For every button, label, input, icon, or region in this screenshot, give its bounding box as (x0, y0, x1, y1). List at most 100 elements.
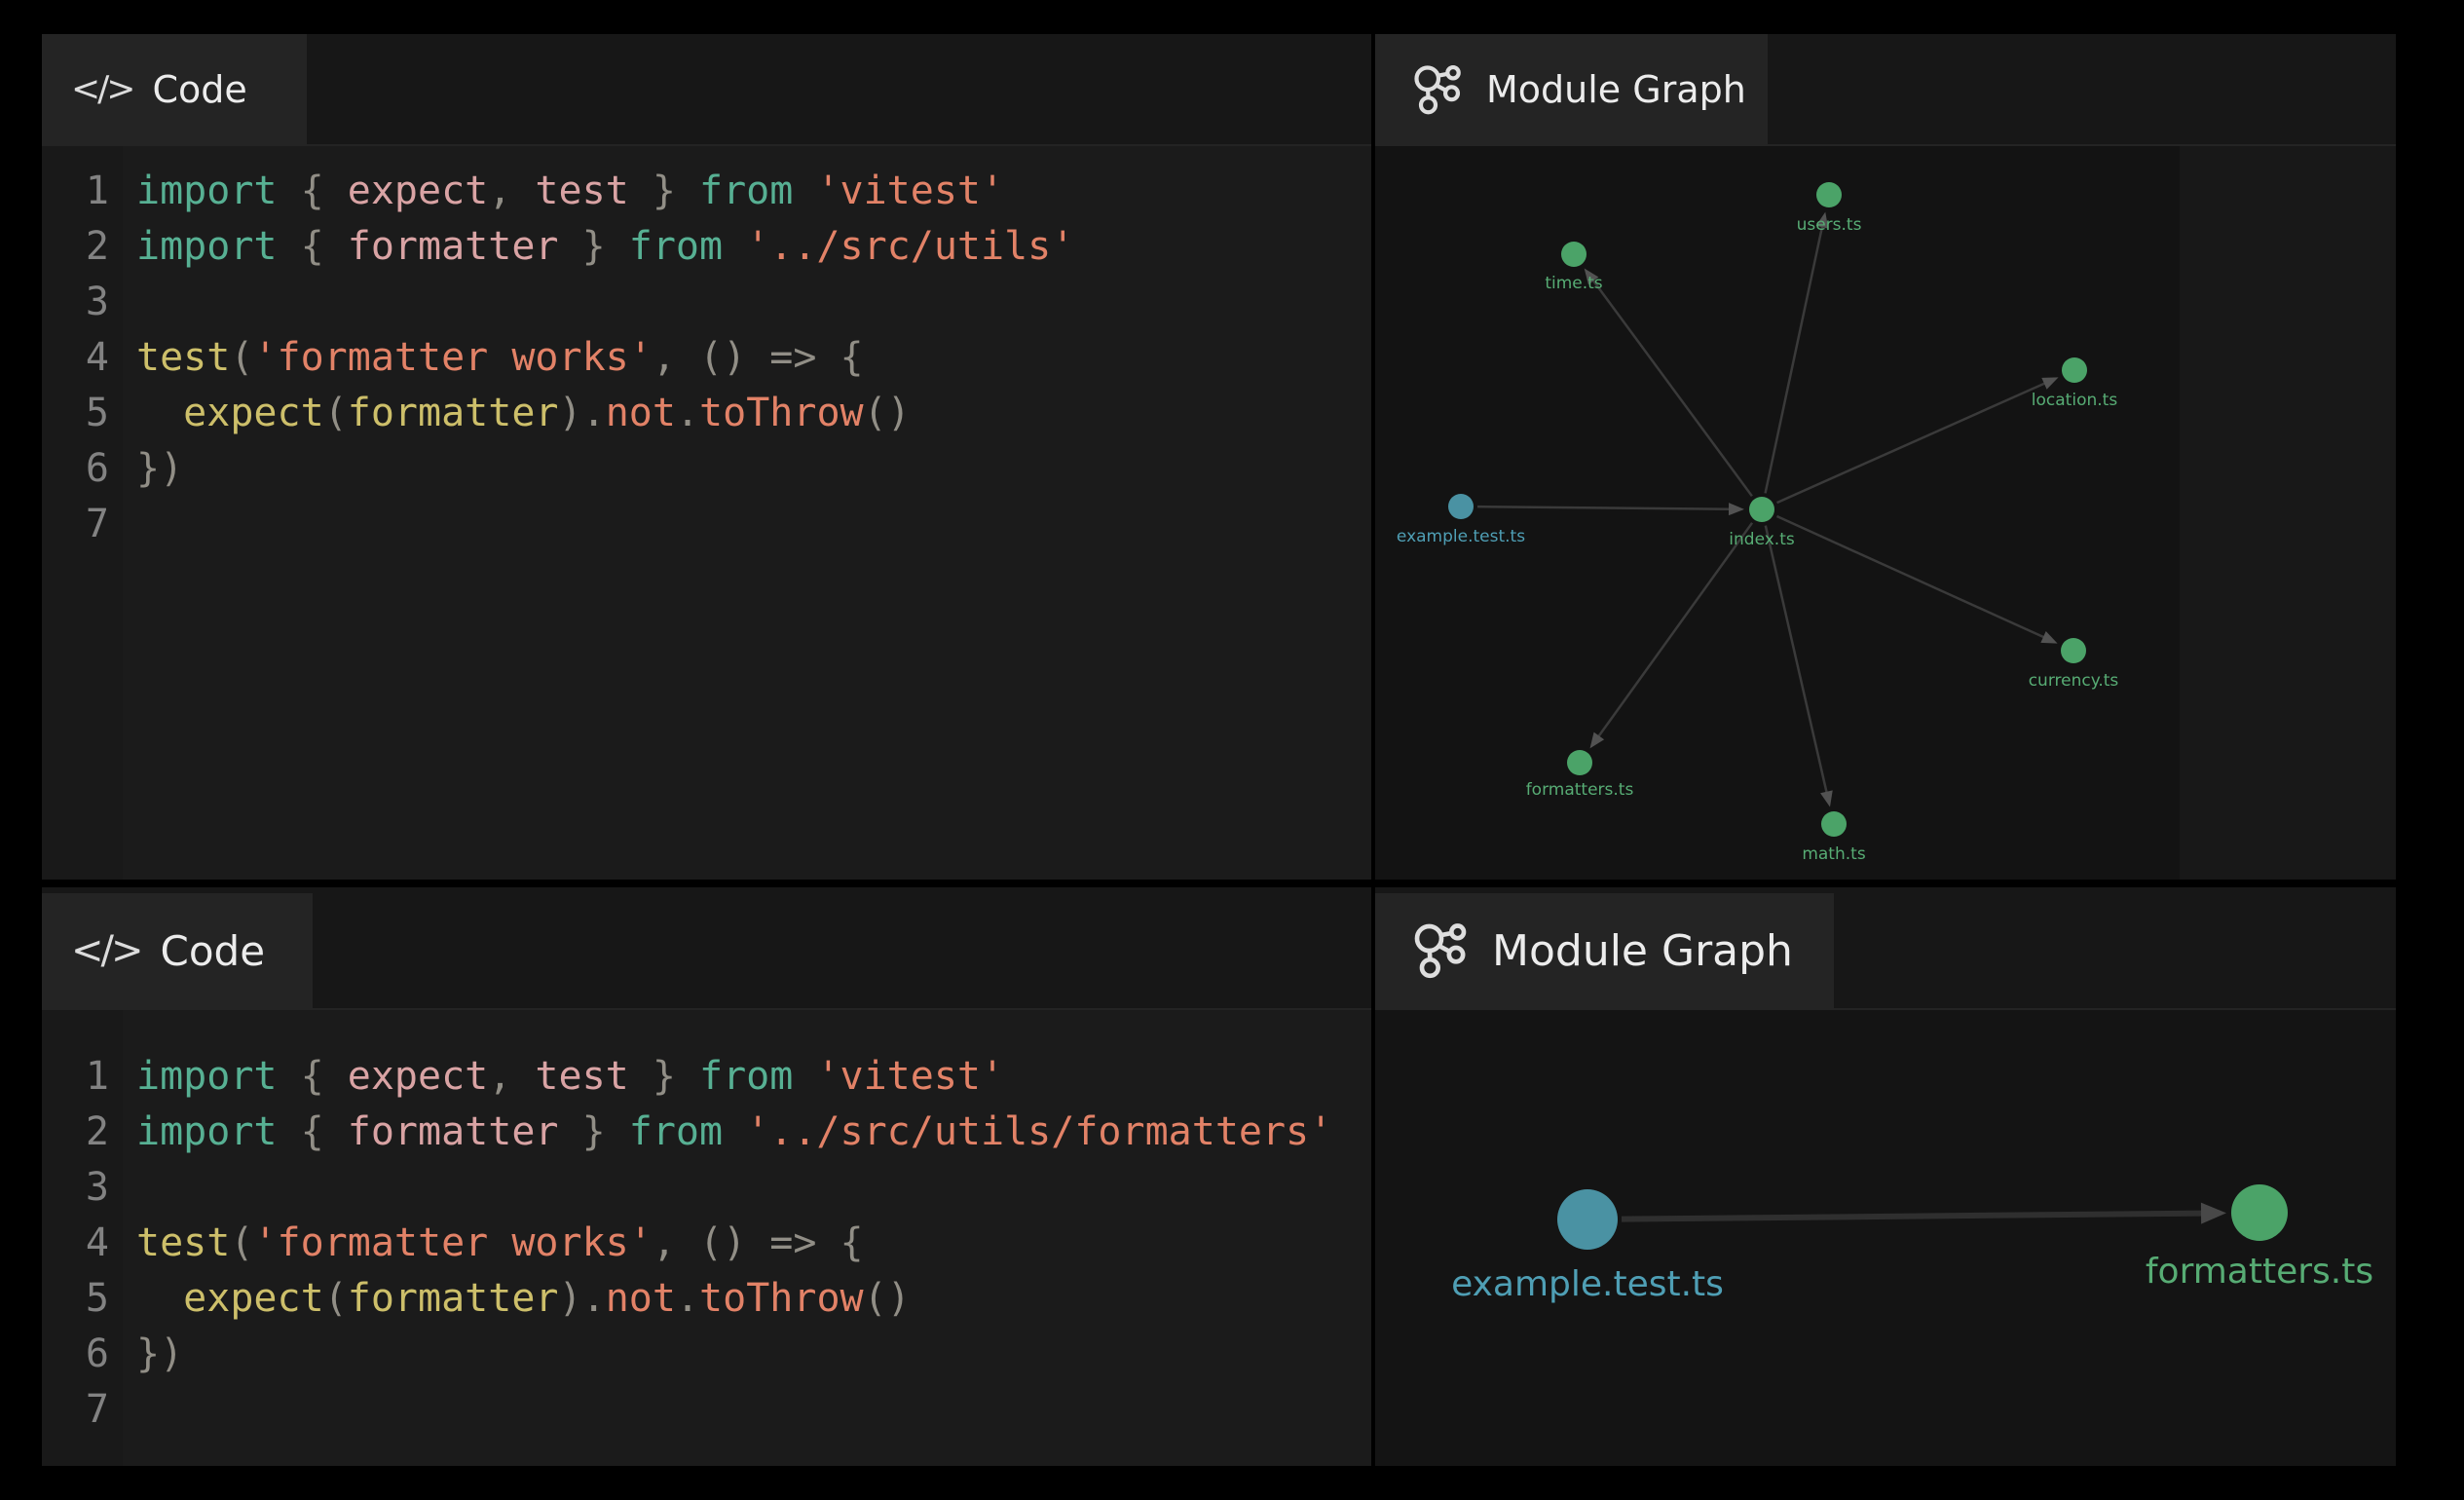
code-line: 6}) (42, 1327, 1371, 1382)
code-line-content: test('formatter works', () => { (123, 1216, 864, 1271)
line-number: 7 (42, 497, 123, 552)
code-line-content: }) (123, 441, 183, 497)
graph-node-label: formatters.ts (1526, 780, 1634, 800)
graph-node-label: time.ts (1545, 274, 1602, 293)
graph-edge (1777, 383, 2046, 503)
tab-module-graph-label: Module Graph (1486, 68, 1746, 111)
code-line: 5 expect(formatter).not.toThrow() (42, 386, 1371, 441)
code-line: 4test('formatter works', () => { (42, 330, 1371, 386)
module-graph-canvas[interactable]: example.test.ts formatters.ts (1375, 1010, 2396, 1466)
tab-code[interactable]: </> Code (42, 34, 307, 144)
code-panel-header: </> Code (42, 887, 1371, 1010)
graph-edge (1766, 526, 1827, 794)
graph-edge (1766, 225, 1823, 493)
module-graph-icon (1412, 921, 1471, 980)
graph-panel-header: Module Graph (1375, 34, 2396, 146)
line-number: 1 (42, 164, 123, 219)
code-line: 1import { expect, test } from 'vitest' (42, 164, 1371, 219)
graph-node-label: index.ts (1729, 530, 1795, 549)
graph-edge-arrow (2201, 1203, 2226, 1224)
graph-node-example.test.ts[interactable] (1448, 494, 1474, 519)
code-editor[interactable]: 1import { expect, test } from 'vitest'2i… (42, 146, 1371, 880)
graph-node-index.ts[interactable] (1749, 497, 1774, 522)
tab-code-label: Code (152, 68, 246, 111)
code-line-content (123, 497, 136, 552)
code-editor[interactable]: 1import { expect, test } from 'vitest'2i… (42, 1010, 1371, 1466)
graph-edge-arrow (2040, 631, 2057, 644)
code-line-content: expect(formatter).not.toThrow() (123, 386, 911, 441)
code-line: 3 (42, 1160, 1371, 1216)
code-line: 5 expect(formatter).not.toThrow() (42, 1271, 1371, 1327)
line-number: 6 (42, 441, 123, 497)
code-line-content: import { expect, test } from 'vitest' (123, 1049, 1004, 1105)
module-graph-panel-bottom: Module Graph example.test.ts formatters.t… (1375, 887, 2396, 1466)
tab-module-graph[interactable]: Module Graph (1375, 34, 1768, 144)
tab-code-label: Code (161, 927, 266, 975)
graph-node-formatters.ts[interactable] (2231, 1184, 2288, 1241)
code-line-content: import { formatter } from '../src/utils/… (123, 1105, 1332, 1160)
graph-node-users.ts[interactable] (1816, 182, 1842, 207)
code-line-content: test('formatter works', () => { (123, 330, 864, 386)
code-line-content: }) (123, 1327, 183, 1382)
graph-edge-arrow (1820, 790, 1833, 806)
tab-module-graph[interactable]: Module Graph (1375, 893, 1834, 1008)
module-graph-icon (1412, 63, 1465, 116)
code-line: 3 (42, 275, 1371, 330)
graph-edge (1598, 523, 1752, 737)
graph-panel-header: Module Graph (1375, 887, 2396, 1010)
line-number: 6 (42, 1327, 123, 1382)
graph-node-label: math.ts (1802, 844, 1865, 864)
line-number: 2 (42, 219, 123, 275)
line-number: 3 (42, 275, 123, 330)
module-graph-canvas[interactable]: users.ts time.ts location.ts example.test.t… (1375, 146, 2396, 880)
code-line: 2import { formatter } from '../src/utils… (42, 1105, 1371, 1160)
line-number: 4 (42, 1216, 123, 1271)
graph-node-math.ts[interactable] (1821, 811, 1847, 837)
tab-module-graph-label: Module Graph (1492, 926, 1793, 976)
code-line-content (123, 1160, 136, 1216)
graph-node-time.ts[interactable] (1561, 242, 1587, 267)
code-line: 6}) (42, 441, 1371, 497)
graph-node-label: currency.ts (2029, 671, 2119, 691)
line-number: 2 (42, 1105, 123, 1160)
graph-node-location.ts[interactable] (2062, 357, 2087, 383)
code-line-content: expect(formatter).not.toThrow() (123, 1271, 911, 1327)
graph-node-currency.ts[interactable] (2061, 638, 2086, 663)
code-icon: </> (71, 928, 141, 973)
code-line: 1import { expect, test } from 'vitest' (42, 1049, 1371, 1105)
graph-node-label: formatters.ts (2146, 1252, 2373, 1292)
graph-node-label: example.test.ts (1397, 527, 1525, 546)
line-number: 5 (42, 1271, 123, 1327)
line-number: 3 (42, 1160, 123, 1216)
code-line: 7 (42, 497, 1371, 552)
graph-edge-arrow (2041, 377, 2058, 389)
graph-edge-arrow (1590, 732, 1605, 749)
graph-node-formatters.ts[interactable] (1567, 750, 1592, 775)
graph-node-label: users.ts (1797, 215, 1862, 235)
code-line-content (123, 1382, 136, 1438)
code-icon: </> (71, 69, 132, 109)
code-panel-top: </> Code 1import { expect, test } from '… (42, 34, 1371, 880)
code-line-content: import { formatter } from '../src/utils' (123, 219, 1074, 275)
line-number: 7 (42, 1382, 123, 1438)
graph-node-example.test.ts[interactable] (1557, 1189, 1618, 1250)
code-line: 2import { formatter } from '../src/utils… (42, 219, 1371, 275)
code-line: 4test('formatter works', () => { (42, 1216, 1371, 1271)
graph-edge (1477, 506, 1731, 509)
code-panel-bottom: </> Code 1import { expect, test } from '… (42, 887, 1371, 1466)
graph-edge (1776, 516, 2044, 638)
code-line-content: import { expect, test } from 'vitest' (123, 164, 1004, 219)
tab-code[interactable]: </> Code (42, 893, 313, 1008)
graph-edge (1592, 280, 1752, 497)
code-line-content (123, 275, 136, 330)
code-panel-header: </> Code (42, 34, 1371, 146)
line-number: 5 (42, 386, 123, 441)
code-line: 7 (42, 1382, 1371, 1438)
line-number: 4 (42, 330, 123, 386)
graph-edge (1622, 1214, 2203, 1219)
screenshot-stage: </> Code 1import { expect, test } from '… (0, 0, 2464, 1500)
graph-node-label: location.ts (2032, 391, 2118, 410)
graph-edge-arrow (1729, 503, 1744, 515)
line-number: 1 (42, 1049, 123, 1105)
graph-node-label: example.test.ts (1451, 1264, 1724, 1304)
